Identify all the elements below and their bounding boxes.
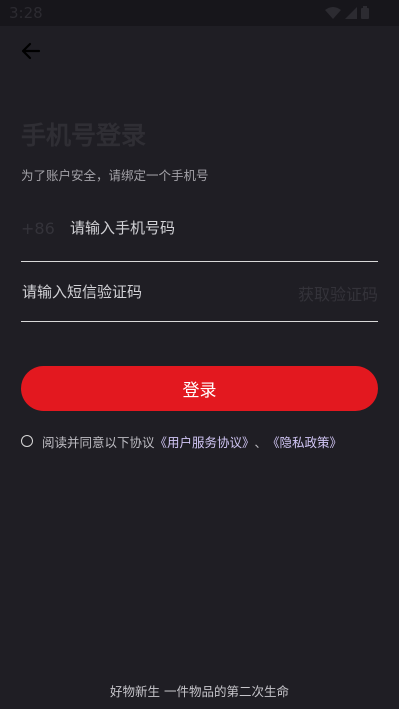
- agreement-separator: 、: [254, 434, 268, 450]
- phone-input[interactable]: [70, 217, 360, 239]
- login-button[interactable]: 登录: [21, 366, 378, 411]
- page-title: 手机号登录: [21, 121, 147, 150]
- agreement-checkbox[interactable]: [21, 435, 33, 447]
- signal-icon: [345, 6, 357, 19]
- arrow-left-icon: [21, 42, 41, 60]
- battery-icon: [361, 6, 369, 19]
- privacy-policy-link[interactable]: 《隐私政策》: [267, 432, 342, 451]
- get-code-button[interactable]: 获取验证码: [298, 281, 378, 305]
- phone-row: +86: [21, 205, 378, 262]
- status-bar: 3:28: [0, 0, 399, 26]
- footer-slogan: 好物新生 一件物品的第二次生命: [110, 684, 289, 699]
- user-agreement-link[interactable]: 《用户服务协议》: [155, 432, 255, 451]
- page-subtitle: 为了账户安全，请绑定一个手机号: [21, 168, 209, 183]
- agreement-prefix: 阅读并同意以下协议: [42, 434, 155, 450]
- wifi-icon: [325, 6, 341, 19]
- country-code[interactable]: +86: [21, 219, 55, 238]
- code-row: 获取验证码: [21, 268, 378, 322]
- status-icons: [325, 6, 369, 19]
- status-time: 3:28: [9, 4, 43, 22]
- sms-code-input[interactable]: [22, 281, 262, 303]
- back-button[interactable]: [18, 38, 44, 64]
- agreement-row: 阅读并同意以下协议 《用户服务协议》 、 《隐私政策》: [21, 432, 342, 450]
